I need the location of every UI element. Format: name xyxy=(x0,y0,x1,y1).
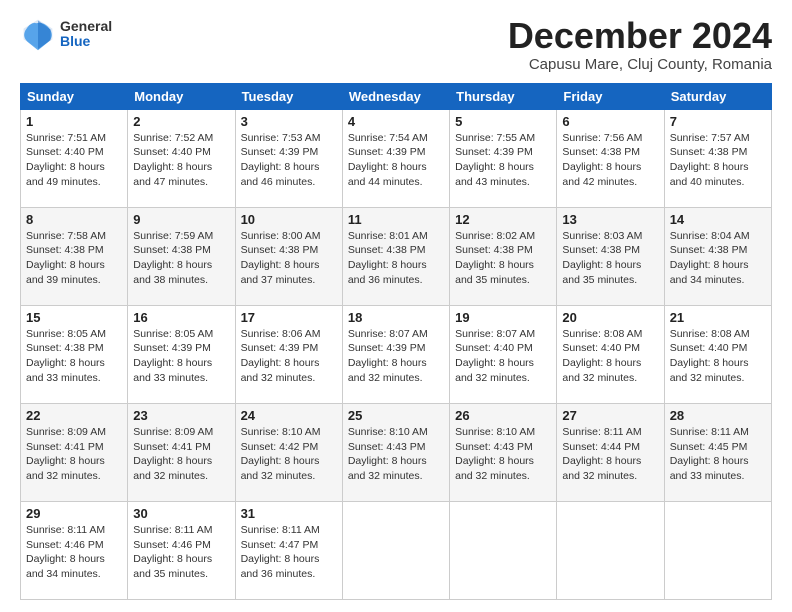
day-14: 14 Sunrise: 8:04 AMSunset: 4:38 PMDaylig… xyxy=(664,207,771,305)
logo-blue-text: Blue xyxy=(60,34,112,49)
empty-cell-3 xyxy=(557,501,664,599)
day-10: 10 Sunrise: 8:00 AMSunset: 4:38 PMDaylig… xyxy=(235,207,342,305)
day-24: 24 Sunrise: 8:10 AMSunset: 4:42 PMDaylig… xyxy=(235,403,342,501)
logo-icon xyxy=(20,16,56,52)
col-thursday: Thursday xyxy=(450,83,557,109)
empty-cell-1 xyxy=(342,501,449,599)
day-2: 2 Sunrise: 7:52 AMSunset: 4:40 PMDayligh… xyxy=(128,109,235,207)
week-row-1: 1 Sunrise: 7:51 AMSunset: 4:40 PMDayligh… xyxy=(21,109,772,207)
day-9: 9 Sunrise: 7:59 AMSunset: 4:38 PMDayligh… xyxy=(128,207,235,305)
page: General Blue December 2024 Capusu Mare, … xyxy=(0,0,792,612)
day-27: 27 Sunrise: 8:11 AMSunset: 4:44 PMDaylig… xyxy=(557,403,664,501)
day-16: 16 Sunrise: 8:05 AMSunset: 4:39 PMDaylig… xyxy=(128,305,235,403)
col-saturday: Saturday xyxy=(664,83,771,109)
day-28: 28 Sunrise: 8:11 AMSunset: 4:45 PMDaylig… xyxy=(664,403,771,501)
col-friday: Friday xyxy=(557,83,664,109)
week-row-2: 8 Sunrise: 7:58 AMSunset: 4:38 PMDayligh… xyxy=(21,207,772,305)
week-row-3: 15 Sunrise: 8:05 AMSunset: 4:38 PMDaylig… xyxy=(21,305,772,403)
logo-general-text: General xyxy=(60,19,112,34)
subtitle: Capusu Mare, Cluj County, Romania xyxy=(508,56,772,73)
day-12: 12 Sunrise: 8:02 AMSunset: 4:38 PMDaylig… xyxy=(450,207,557,305)
header: General Blue December 2024 Capusu Mare, … xyxy=(20,16,772,73)
day-21: 21 Sunrise: 8:08 AMSunset: 4:40 PMDaylig… xyxy=(664,305,771,403)
day-20: 20 Sunrise: 8:08 AMSunset: 4:40 PMDaylig… xyxy=(557,305,664,403)
col-wednesday: Wednesday xyxy=(342,83,449,109)
day-19: 19 Sunrise: 8:07 AMSunset: 4:40 PMDaylig… xyxy=(450,305,557,403)
col-sunday: Sunday xyxy=(21,83,128,109)
day-25: 25 Sunrise: 8:10 AMSunset: 4:43 PMDaylig… xyxy=(342,403,449,501)
day-18: 18 Sunrise: 8:07 AMSunset: 4:39 PMDaylig… xyxy=(342,305,449,403)
day-15: 15 Sunrise: 8:05 AMSunset: 4:38 PMDaylig… xyxy=(21,305,128,403)
week-row-5: 29 Sunrise: 8:11 AMSunset: 4:46 PMDaylig… xyxy=(21,501,772,599)
day-5: 5 Sunrise: 7:55 AMSunset: 4:39 PMDayligh… xyxy=(450,109,557,207)
main-title: December 2024 xyxy=(508,16,772,56)
day-31: 31 Sunrise: 8:11 AMSunset: 4:47 PMDaylig… xyxy=(235,501,342,599)
day-30: 30 Sunrise: 8:11 AMSunset: 4:46 PMDaylig… xyxy=(128,501,235,599)
day-29: 29 Sunrise: 8:11 AMSunset: 4:46 PMDaylig… xyxy=(21,501,128,599)
col-monday: Monday xyxy=(128,83,235,109)
day-4: 4 Sunrise: 7:54 AMSunset: 4:39 PMDayligh… xyxy=(342,109,449,207)
day-1: 1 Sunrise: 7:51 AMSunset: 4:40 PMDayligh… xyxy=(21,109,128,207)
day-8: 8 Sunrise: 7:58 AMSunset: 4:38 PMDayligh… xyxy=(21,207,128,305)
col-tuesday: Tuesday xyxy=(235,83,342,109)
day-3: 3 Sunrise: 7:53 AMSunset: 4:39 PMDayligh… xyxy=(235,109,342,207)
weekday-header-row: Sunday Monday Tuesday Wednesday Thursday… xyxy=(21,83,772,109)
empty-cell-4 xyxy=(664,501,771,599)
day-11: 11 Sunrise: 8:01 AMSunset: 4:38 PMDaylig… xyxy=(342,207,449,305)
day-17: 17 Sunrise: 8:06 AMSunset: 4:39 PMDaylig… xyxy=(235,305,342,403)
day-22: 22 Sunrise: 8:09 AMSunset: 4:41 PMDaylig… xyxy=(21,403,128,501)
day-13: 13 Sunrise: 8:03 AMSunset: 4:38 PMDaylig… xyxy=(557,207,664,305)
logo-text: General Blue xyxy=(60,19,112,50)
day-7: 7 Sunrise: 7:57 AMSunset: 4:38 PMDayligh… xyxy=(664,109,771,207)
day-23: 23 Sunrise: 8:09 AMSunset: 4:41 PMDaylig… xyxy=(128,403,235,501)
calendar-table: Sunday Monday Tuesday Wednesday Thursday… xyxy=(20,83,772,600)
title-section: December 2024 Capusu Mare, Cluj County, … xyxy=(508,16,772,73)
day-6: 6 Sunrise: 7:56 AMSunset: 4:38 PMDayligh… xyxy=(557,109,664,207)
week-row-4: 22 Sunrise: 8:09 AMSunset: 4:41 PMDaylig… xyxy=(21,403,772,501)
day-26: 26 Sunrise: 8:10 AMSunset: 4:43 PMDaylig… xyxy=(450,403,557,501)
logo: General Blue xyxy=(20,16,112,52)
empty-cell-2 xyxy=(450,501,557,599)
